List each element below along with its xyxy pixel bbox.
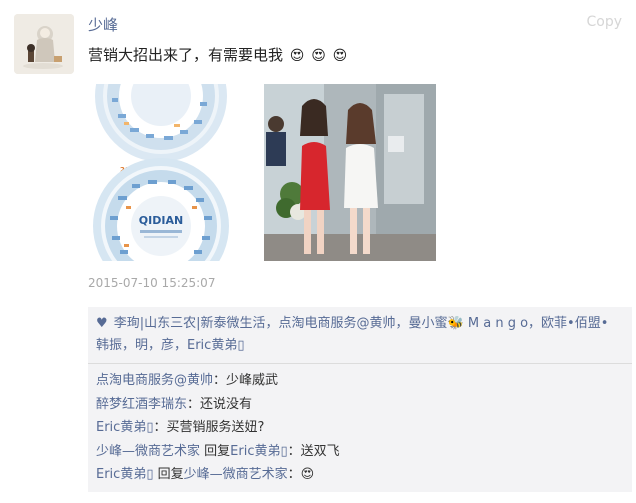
comment-author[interactable]: 醉梦红酒李瑞东 bbox=[96, 397, 187, 412]
comment-author[interactable]: Eric黄弟▯ bbox=[96, 467, 153, 482]
comment-text: 买营销服务送妞? bbox=[166, 420, 265, 435]
comment-author[interactable]: Eric黄弟▯ bbox=[96, 420, 153, 435]
comment-text: 少峰威武 bbox=[226, 373, 279, 388]
copy-button[interactable]: Copy bbox=[586, 14, 622, 30]
comment-item[interactable]: Eric黄弟▯：买营销服务送妞? bbox=[96, 416, 621, 440]
comment-item[interactable]: 醉梦红酒李瑞东：还说没有 bbox=[96, 393, 621, 417]
emoji-heart-eyes-1: 😍 bbox=[289, 48, 305, 64]
photo-illustration bbox=[264, 84, 436, 261]
comments-list: 点淘电商服务@黄帅：少峰威武 醉梦红酒李瑞东：还说没有 Eric黄弟▯：买营销服… bbox=[96, 369, 621, 487]
like-heart-icon: ♥ bbox=[96, 316, 108, 331]
likes-comments-divider bbox=[88, 363, 632, 364]
reply-word: 回复 bbox=[157, 467, 184, 482]
comment-text: 还说没有 bbox=[200, 396, 253, 412]
likes-comments-panel: ♥ 李珣|山东三农|新泰微生活，点淘电商服务@黄帅，曼小蜜🐝 M a n g o… bbox=[88, 307, 632, 492]
post-text: 营销大招出来了，有需要电我 😍 😍 😍 bbox=[88, 44, 347, 65]
comment-item[interactable]: Eric黄弟▯ 回复少峰—微商艺术家：😍 bbox=[96, 463, 621, 487]
infographic-illustration: 2013 QIDIAN bbox=[88, 84, 256, 261]
reply-target[interactable]: Eric黄弟▯ bbox=[230, 444, 287, 459]
reply-target[interactable]: 少峰—微商艺术家 bbox=[184, 467, 288, 482]
avatar-illustration bbox=[14, 14, 74, 74]
comment-item[interactable]: 点淘电商服务@黄帅：少峰威武 bbox=[96, 369, 621, 393]
emoji-heart-eyes-3: 😍 bbox=[332, 48, 348, 64]
likes-list[interactable]: 李珣|山东三农|新泰微生活，点淘电商服务@黄帅，曼小蜜🐝 M a n g o，欧… bbox=[96, 316, 608, 353]
author-avatar[interactable] bbox=[14, 14, 74, 74]
comment-author[interactable]: 少峰—微商艺术家 bbox=[96, 444, 200, 459]
likes-section: ♥ 李珣|山东三农|新泰微生活，点淘电商服务@黄帅，曼小蜜🐝 M a n g o… bbox=[96, 313, 621, 357]
reply-word: 回复 bbox=[204, 443, 231, 459]
emoji-heart-eyes-2: 😍 bbox=[311, 48, 326, 64]
post-timestamp: 2015-07-10 15:25:07 bbox=[88, 276, 216, 290]
post-image-photo[interactable] bbox=[264, 84, 436, 261]
comment-text: 送双飞 bbox=[300, 443, 340, 459]
comment-author[interactable]: 点淘电商服务@黄帅 bbox=[96, 373, 213, 388]
infographic-logo-text: QIDIAN bbox=[139, 214, 183, 227]
comment-item[interactable]: 少峰—微商艺术家 回复Eric黄弟▯：送双飞 bbox=[96, 440, 621, 464]
author-name[interactable]: 少峰 bbox=[88, 14, 118, 35]
post-text-content: 营销大招出来了，有需要电我 bbox=[88, 46, 284, 64]
comment-text: 😍 bbox=[300, 467, 315, 482]
post-image-infographic[interactable]: 2013 QIDIAN bbox=[88, 84, 256, 261]
